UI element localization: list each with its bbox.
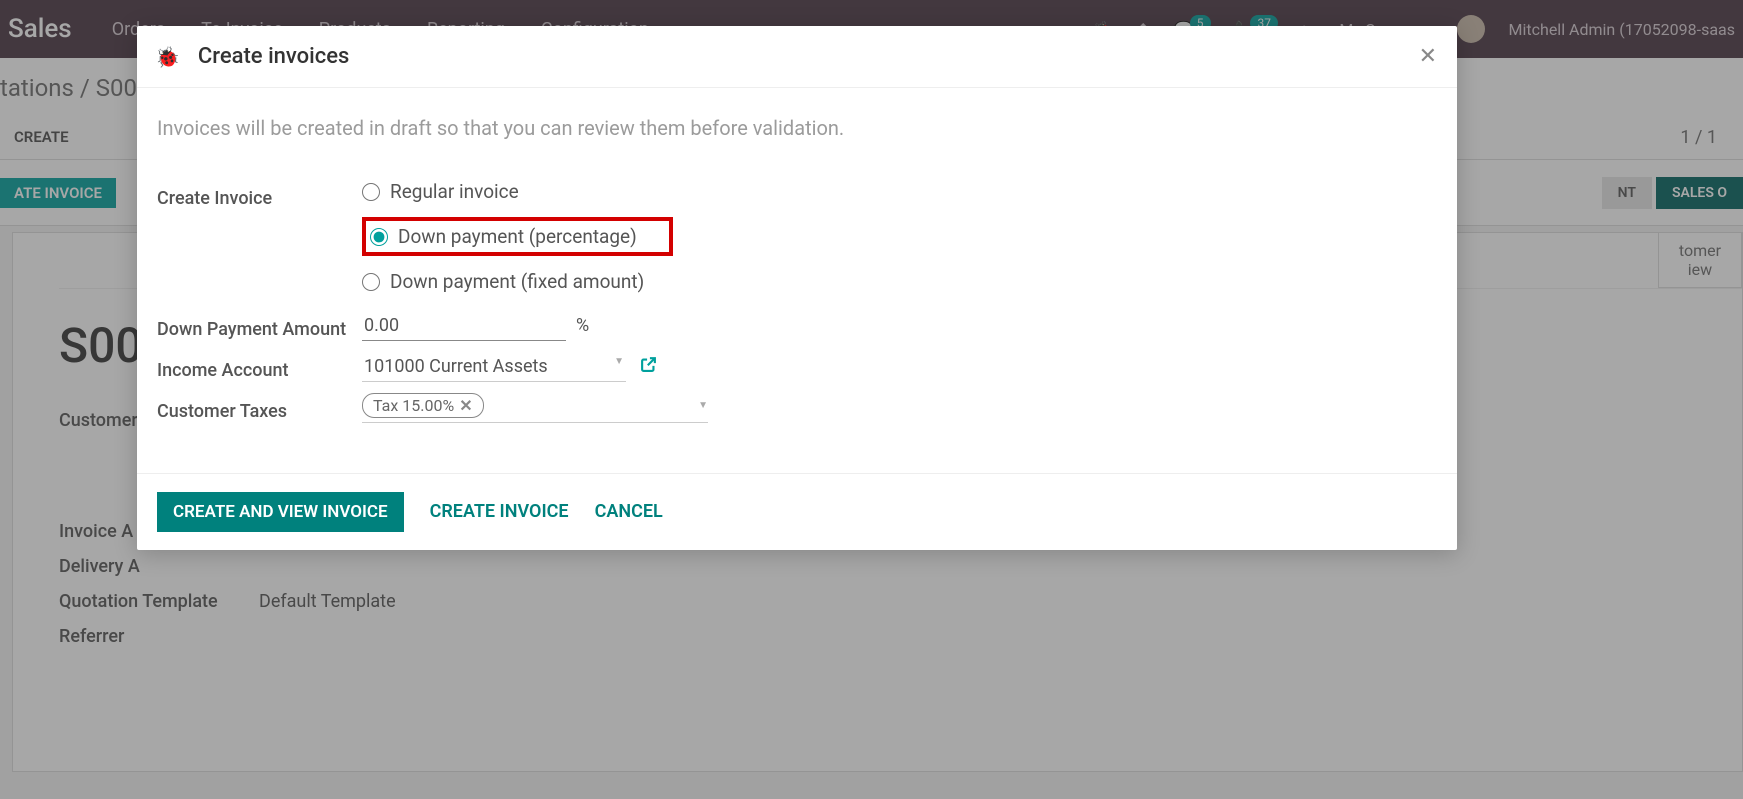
close-icon[interactable]: ✕	[1419, 44, 1437, 69]
create-invoice-button[interactable]: CREATE INVOICE	[430, 501, 569, 522]
modal-title: Create invoices	[198, 44, 349, 69]
row-create-invoice: Create Invoice Regular invoice Down paym…	[157, 180, 1437, 293]
chevron-down-icon: ▼	[614, 356, 624, 377]
row-customer-taxes: Customer Taxes Tax 15.00% ✕ ▼	[157, 393, 1437, 424]
row-down-payment-amount: Down Payment Amount %	[157, 311, 1437, 342]
radio-fixed-label: Down payment (fixed amount)	[390, 270, 644, 293]
radio-percentage[interactable]: Down payment (percentage)	[370, 225, 637, 248]
percent-symbol: %	[576, 315, 589, 336]
modal-footer: CREATE AND VIEW INVOICE CREATE INVOICE C…	[137, 473, 1457, 550]
tax-tag-label: Tax 15.00%	[373, 396, 454, 415]
row-income-account: Income Account 101000 Current Assets ▼	[157, 352, 1437, 383]
create-invoice-label: Create Invoice	[157, 180, 362, 211]
tax-tag[interactable]: Tax 15.00% ✕	[362, 393, 484, 418]
income-account-label: Income Account	[157, 352, 362, 383]
modal-body: Invoices will be created in draft so tha…	[137, 88, 1457, 473]
radio-percentage-input[interactable]	[370, 228, 388, 246]
invoice-method-radio-group: Regular invoice Down payment (percentage…	[362, 180, 1437, 293]
radio-percentage-label: Down payment (percentage)	[398, 225, 637, 248]
radio-fixed[interactable]: Down payment (fixed amount)	[362, 270, 1437, 293]
customer-taxes-label: Customer Taxes	[157, 393, 362, 424]
create-invoices-modal: 🐞 Create invoices ✕ Invoices will be cre…	[137, 26, 1457, 550]
down-payment-label: Down Payment Amount	[157, 311, 362, 342]
external-link-icon[interactable]	[640, 356, 657, 378]
highlight-box: Down payment (percentage)	[362, 217, 673, 256]
income-account-select[interactable]: 101000 Current Assets ▼	[362, 352, 626, 382]
income-account-value: 101000 Current Assets	[364, 356, 548, 377]
cancel-button[interactable]: CANCEL	[595, 501, 663, 522]
create-and-view-invoice-button[interactable]: CREATE AND VIEW INVOICE	[157, 492, 404, 532]
chevron-down-icon: ▼	[698, 400, 708, 411]
taxes-field[interactable]: Tax 15.00% ✕ ▼	[362, 393, 708, 423]
modal-header: 🐞 Create invoices ✕	[137, 26, 1457, 88]
modal-hint: Invoices will be created in draft so tha…	[157, 116, 1437, 140]
down-payment-input[interactable]	[362, 311, 566, 341]
radio-regular-label: Regular invoice	[390, 180, 519, 203]
radio-regular-input[interactable]	[362, 183, 380, 201]
tag-remove-icon[interactable]: ✕	[459, 396, 472, 415]
radio-fixed-input[interactable]	[362, 273, 380, 291]
radio-regular[interactable]: Regular invoice	[362, 180, 1437, 203]
bug-icon[interactable]: 🐞	[155, 45, 180, 69]
